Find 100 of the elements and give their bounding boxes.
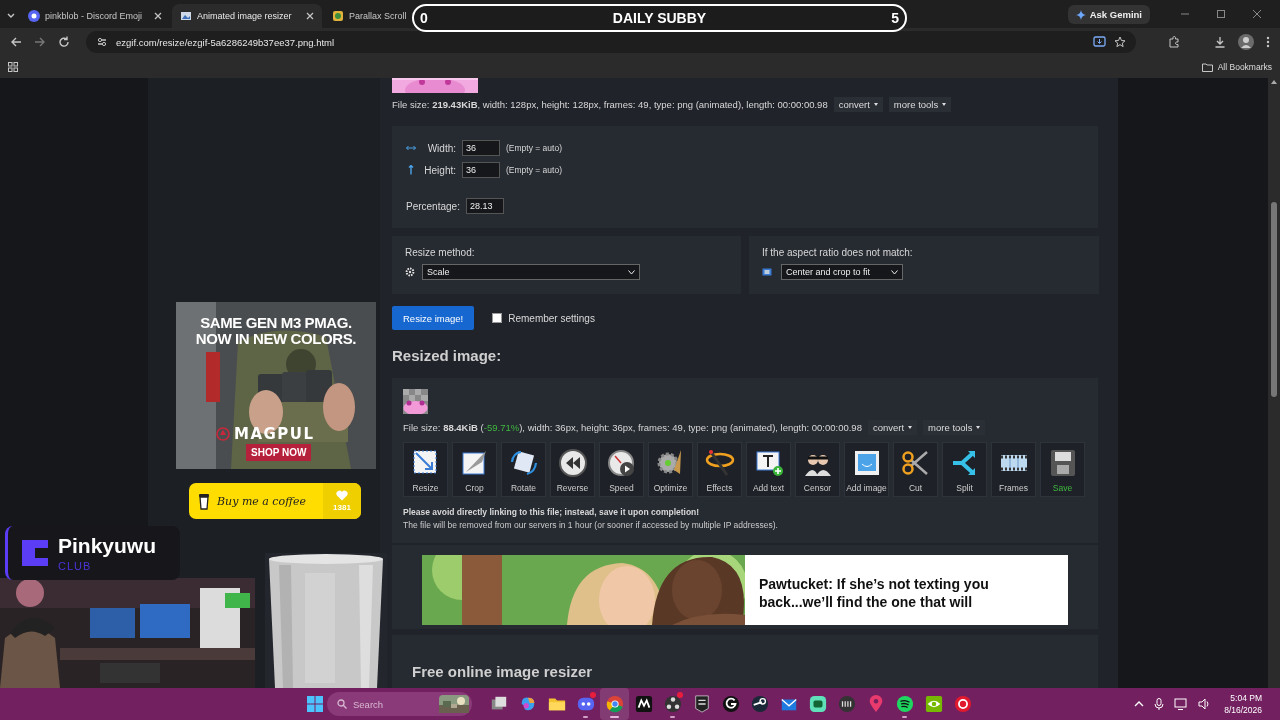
tool-button[interactable]: Rotate — [501, 442, 546, 497]
chevron-down-icon — [628, 269, 635, 275]
scrollbar-thumb[interactable] — [1271, 202, 1277, 397]
dropdown-menu[interactable]: convert — [833, 97, 883, 112]
bookmarks-link[interactable]: All Bookmarks — [1217, 62, 1272, 72]
number-field[interactable]: 36 — [462, 162, 500, 178]
section-heading: Resized image: — [392, 347, 502, 364]
browser-icon — [605, 695, 624, 713]
tool-button[interactable]: Censor — [795, 442, 840, 497]
caret-icon — [873, 103, 878, 106]
caret-icon — [976, 426, 981, 429]
dropdown-menu[interactable]: convert — [867, 420, 918, 435]
chat-icon — [576, 695, 595, 713]
tool-button[interactable]: Split — [942, 442, 987, 497]
chevron-up-icon[interactable] — [1134, 699, 1145, 709]
checkbox-label: Remember settings — [508, 312, 595, 324]
tool-button[interactable]: Cut — [893, 442, 938, 497]
back-icon[interactable] — [10, 36, 22, 48]
menu-icon[interactable] — [1266, 36, 1270, 48]
number-field[interactable]: 28.13 — [465, 198, 504, 214]
folder-icon — [1201, 62, 1213, 72]
gear-icon — [405, 267, 415, 277]
close-icon[interactable] — [306, 12, 314, 20]
install-icon[interactable] — [1093, 36, 1106, 48]
square-favicon-icon — [332, 10, 344, 22]
field-hint: (Empty = auto) — [506, 165, 562, 175]
maximize-icon[interactable] — [1216, 9, 1226, 19]
scroll-up-icon[interactable] — [1271, 80, 1277, 84]
url-text: ezgif.com/resize/ezgif-5a6286249b37ee37.png.html — [116, 36, 335, 48]
dropdown-menu[interactable]: more tools — [923, 420, 986, 435]
extensions-icon[interactable] — [1168, 36, 1180, 48]
tool-button[interactable]: Resize — [403, 442, 448, 497]
counter-value: 5 — [891, 10, 899, 26]
number-field[interactable]: 36 — [462, 140, 500, 156]
eye-swirl-icon — [924, 695, 943, 713]
forward-icon[interactable] — [34, 36, 46, 48]
site-info-icon[interactable] — [96, 36, 108, 48]
coffee-button[interactable]: Buy me a coffee 1381 — [189, 483, 361, 519]
tool-button[interactable]: Frames — [991, 442, 1036, 497]
field-hint: (Empty = auto) — [506, 143, 562, 153]
resize-button[interactable]: Resize image! — [392, 306, 475, 330]
field-label: Height: — [423, 164, 456, 176]
like-count: 1381 — [333, 503, 351, 512]
ad-headline: NOW IN NEW COLORS. — [194, 330, 358, 347]
heart-icon — [336, 490, 348, 501]
channel-name: Pinkyuwu — [58, 534, 157, 558]
speaker-icon[interactable] — [1198, 698, 1211, 710]
tool-button[interactable]: Optimize — [648, 442, 693, 497]
clock-time: 5:04 PM — [1230, 693, 1262, 703]
ad-text: Pawtucket: If she’s not texting you — [759, 575, 989, 593]
tool-button[interactable]: Add text — [746, 442, 791, 497]
sparkle-icon — [1075, 9, 1086, 20]
warning-text: Please avoid directly linking to this file; instead, save it upon completion! — [403, 507, 701, 517]
close-icon[interactable] — [1252, 9, 1262, 19]
rotate-icon — [508, 448, 539, 478]
assistant-button[interactable]: Ask Gemini — [1067, 5, 1150, 24]
avatar-icon[interactable] — [1238, 34, 1254, 50]
microphone-icon[interactable] — [1154, 698, 1165, 710]
search-field[interactable]: Search — [327, 692, 472, 716]
address-bar[interactable]: ezgif.com/resize/ezgif-5a6286249b37ee37.png.html — [86, 31, 1136, 53]
tool-button[interactable]: Add image — [844, 442, 889, 497]
channel-tag: CLUB — [58, 560, 157, 572]
download-icon[interactable] — [1214, 36, 1226, 48]
browser-tab[interactable]: Parallax Scroll — [324, 4, 415, 28]
arc-icon — [721, 695, 740, 713]
notice-text: The file will be removed from our servers in 1 hour (or sooner if accessed by multiple IP addresses). — [403, 520, 779, 530]
chat-favicon-icon — [28, 10, 40, 22]
file-info: File size: 88.4KiB (-59.71%), width: 36px, height: 36px, frames: 49, type: png (animated), length: 00:00:00.98 — [403, 422, 862, 433]
close-icon[interactable] — [154, 12, 162, 20]
apps-grid-icon[interactable] — [8, 62, 18, 72]
frame-icon — [762, 268, 772, 276]
logo-icon — [22, 540, 48, 566]
start-icon[interactable] — [307, 696, 323, 712]
network-icon[interactable] — [1174, 698, 1189, 710]
tool-button[interactable]: Save — [1040, 442, 1085, 497]
reload-icon[interactable] — [58, 36, 70, 48]
tool-button[interactable]: Speed — [599, 442, 644, 497]
dropdown-menu[interactable]: more tools — [888, 97, 952, 112]
field-label: If the aspect ratio does not match: — [762, 247, 914, 258]
aspect-select[interactable]: Center and crop to fit — [781, 264, 903, 280]
method-select[interactable]: Scale — [422, 264, 640, 280]
zigzag-icon — [634, 695, 653, 713]
width-arrow-icon — [406, 143, 416, 153]
clock-date: 8/16/2026 — [1224, 705, 1262, 715]
shop-button[interactable]: SHOP NOW — [246, 444, 312, 461]
checkbox[interactable] — [492, 313, 503, 323]
image-favicon-icon — [180, 10, 192, 22]
sound-arcs-icon — [895, 695, 914, 713]
star-icon[interactable] — [1114, 36, 1126, 48]
browser-tab[interactable]: pinkblob - Discord Emoji — [20, 4, 170, 28]
tool-button[interactable]: Reverse — [550, 442, 595, 497]
wand-icon — [704, 448, 735, 478]
text-box-icon — [753, 448, 784, 478]
browser-tab[interactable]: Animated image resizer — [172, 4, 322, 28]
caret-icon — [942, 103, 947, 106]
cup-icon — [198, 492, 210, 510]
tool-button[interactable]: Effects — [697, 442, 742, 497]
tool-button[interactable]: Crop — [452, 442, 497, 497]
ad-banner[interactable]: Pawtucket: If she’s not texting you back...we’ll find the one that will — [422, 555, 1068, 625]
section-heading: Free online image resizer — [412, 663, 594, 680]
